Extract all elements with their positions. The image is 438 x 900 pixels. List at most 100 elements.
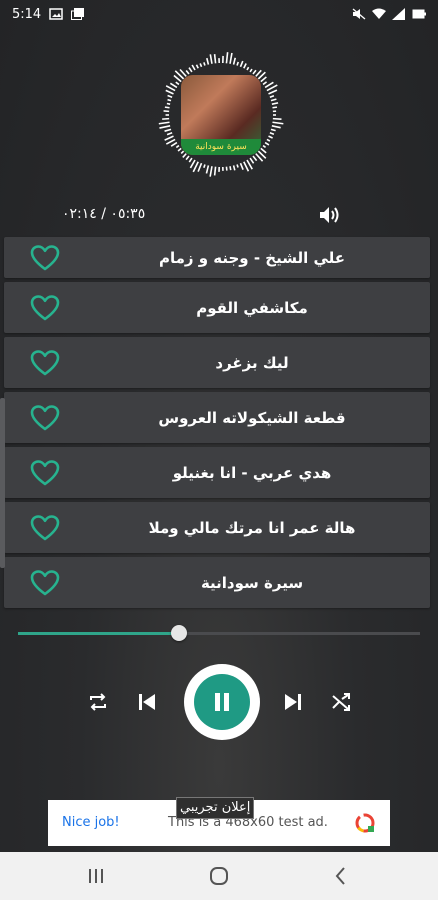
visualizer-bar	[199, 63, 203, 68]
visualizer-bar	[191, 64, 196, 71]
visualizer-bar	[229, 52, 233, 64]
visualizer-bar	[246, 66, 250, 71]
visualizer-bar	[236, 164, 239, 168]
visualizer-bar	[166, 132, 173, 136]
visualizer-bar	[175, 81, 180, 86]
list-item[interactable]: هالة عمر انا مرتك مالي وملا	[4, 502, 430, 553]
shuffle-icon[interactable]	[330, 691, 352, 713]
visualizer-bar	[272, 106, 278, 109]
next-icon[interactable]	[282, 691, 304, 713]
wifi-icon	[372, 8, 386, 19]
play-pause-button[interactable]	[184, 664, 260, 740]
visualizer-bar	[260, 147, 267, 154]
visualizer-bar	[188, 67, 193, 73]
back-icon[interactable]	[329, 864, 353, 888]
visualizer-bar	[213, 166, 217, 176]
time-row: ٠٥:٣٥ / ٠٢:١٤	[60, 206, 350, 226]
visualizer-bar	[206, 57, 210, 65]
song-title: مكاشفي القوم	[196, 298, 308, 317]
visualizer-bar	[239, 60, 244, 68]
visualizer-bar	[262, 144, 267, 149]
visualizer-bar	[165, 89, 174, 95]
visualizer-bar	[260, 76, 267, 83]
list-item[interactable]: هدي عربي - انا بغنيلو	[4, 447, 430, 498]
visualizer-bar	[167, 98, 172, 102]
repeat-icon[interactable]	[87, 691, 109, 713]
heart-icon[interactable]	[30, 514, 60, 542]
battery-icon	[412, 9, 426, 19]
visualizer-bar	[243, 161, 250, 172]
heart-icon[interactable]	[30, 244, 60, 272]
visualizer-bar	[209, 54, 213, 64]
visualizer-bar	[271, 102, 279, 105]
ad-nice-job: Nice job!	[62, 815, 120, 830]
heart-icon[interactable]	[30, 459, 60, 487]
seek-bar[interactable]	[18, 624, 420, 642]
playlist: علي الشيخ - وجنه و زمام مكاشفي القوم ليك…	[4, 237, 430, 612]
visualizer-bar	[197, 162, 203, 172]
recent-apps-icon[interactable]	[84, 864, 108, 888]
visualizer-bar	[232, 165, 236, 171]
visualizer-bar	[164, 106, 170, 109]
navigation-bar	[0, 852, 438, 900]
visualizer-bar	[225, 52, 229, 64]
visualizer-bar	[169, 82, 178, 89]
visualizer-bar	[203, 62, 206, 66]
volume-icon[interactable]	[318, 204, 342, 226]
list-item[interactable]: مكاشفي القوم	[4, 282, 430, 333]
heart-icon[interactable]	[30, 569, 60, 597]
visualizer-bar	[252, 69, 257, 75]
visualizer-bar	[229, 166, 232, 171]
visualizer-bar	[249, 157, 255, 164]
visualizer-bar	[185, 155, 190, 161]
signal-icon	[392, 8, 405, 20]
visualizer-bar	[213, 54, 217, 64]
list-item[interactable]: سيرة سودانية	[4, 557, 430, 608]
visualizer-bar	[158, 121, 170, 125]
visualizer-bar	[164, 128, 172, 132]
heart-icon[interactable]	[30, 404, 60, 432]
gallery-icon	[71, 8, 85, 20]
ad-choices-icon[interactable]	[354, 812, 376, 834]
visualizer-bar	[249, 68, 253, 73]
home-icon[interactable]	[207, 864, 231, 888]
visualizer-bar	[266, 138, 271, 142]
song-title: ليك بزغرد	[215, 353, 289, 372]
visualizer-bar	[166, 102, 171, 105]
list-item[interactable]: علي الشيخ - وجنه و زمام	[4, 237, 430, 278]
list-item[interactable]: ليك بزغرد	[4, 337, 430, 388]
visualizer-bar	[269, 132, 275, 136]
previous-icon[interactable]	[136, 691, 158, 713]
heart-icon[interactable]	[30, 349, 60, 377]
play-pause-circle	[194, 674, 250, 730]
status-time: 5:14	[12, 6, 42, 22]
scrollbar[interactable]	[0, 398, 5, 568]
list-item[interactable]: قطعة الشيكولاته العروس	[4, 392, 430, 443]
visualizer-bar	[189, 159, 196, 169]
seek-handle[interactable]	[170, 625, 187, 641]
visualizer-bar	[268, 135, 273, 139]
visualizer-bar	[239, 162, 244, 171]
album-art-visualizer: سيرة سودانية	[150, 44, 292, 186]
visualizer-bar	[175, 144, 180, 149]
heart-icon[interactable]	[30, 294, 60, 322]
visualizer-bar	[170, 141, 178, 147]
visualizer-bar	[243, 63, 247, 69]
visualizer-bar	[268, 89, 278, 95]
pause-icon	[215, 693, 229, 711]
visualizer-bar	[203, 164, 206, 168]
visualizer-bar	[271, 125, 281, 129]
image-icon	[49, 8, 63, 20]
cover-caption: سيرة سودانية	[181, 139, 261, 155]
song-title: قطعة الشيكولاته العروس	[158, 408, 346, 427]
visualizer-bar	[167, 94, 173, 98]
visualizer-bar	[165, 85, 176, 92]
visualizer-bar	[272, 121, 284, 125]
song-title: هالة عمر انا مرتك مالي وملا	[148, 518, 356, 537]
visualizer-bar	[159, 125, 171, 129]
visualizer-bar	[188, 157, 193, 163]
status-bar: 5:14	[0, 0, 438, 28]
ad-label: إعلان تجريبي	[176, 797, 255, 819]
album-cover: سيرة سودانية	[181, 75, 261, 155]
visualizer-bar	[270, 98, 277, 102]
